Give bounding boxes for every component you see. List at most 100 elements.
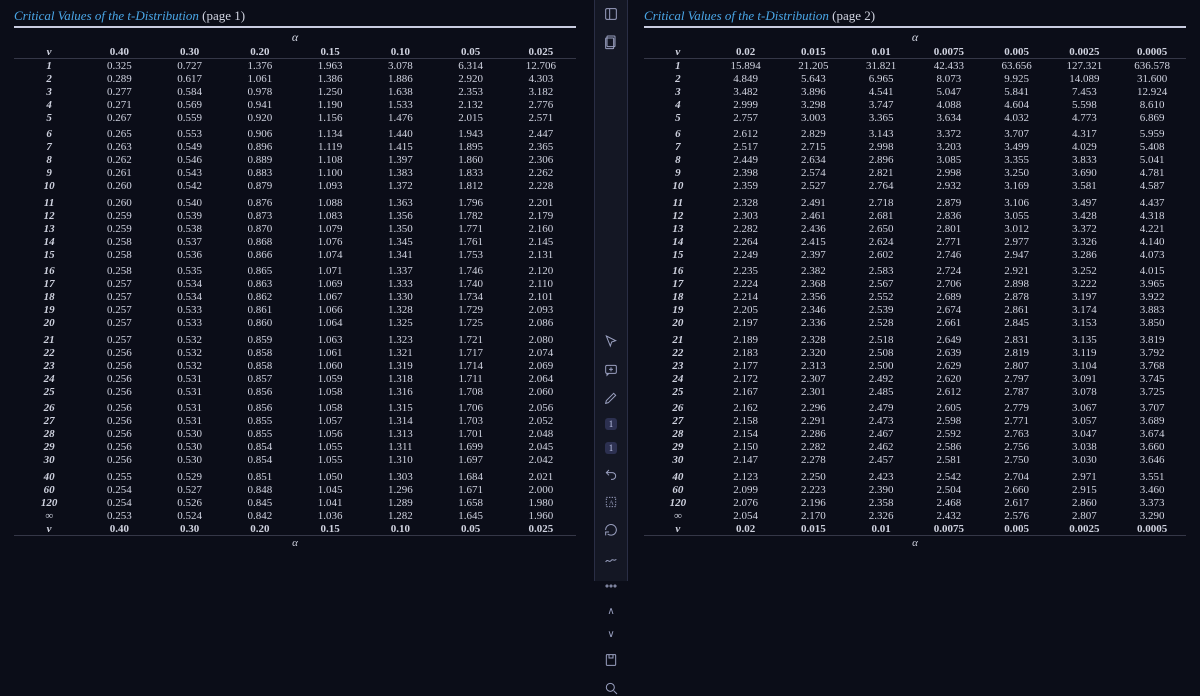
value-cell: 2.787	[983, 385, 1051, 402]
value-cell: 1.328	[365, 304, 435, 317]
value-cell: 2.915	[1051, 483, 1119, 496]
value-cell: 1.330	[365, 291, 435, 304]
value-cell: 2.099	[712, 483, 780, 496]
value-cell: 2.661	[915, 317, 983, 334]
value-cell: 0.870	[225, 222, 295, 235]
value-cell: 2.150	[712, 441, 780, 454]
value-cell: 2.172	[712, 372, 780, 385]
table-row: 230.2560.5320.8581.0601.3191.7142.069	[14, 359, 576, 372]
value-cell: 4.318	[1118, 209, 1186, 222]
value-cell: 0.530	[155, 441, 225, 454]
value-cell: 2.145	[506, 235, 576, 248]
page-label: (page 2)	[832, 8, 875, 23]
value-cell: 1.782	[436, 209, 506, 222]
value-cell: 0.863	[225, 278, 295, 291]
table-row: 80.2620.5460.8891.1081.3971.8602.306	[14, 154, 576, 167]
value-cell: 0.532	[155, 333, 225, 346]
df-cell: 14	[644, 235, 712, 248]
df-cell: 16	[644, 265, 712, 278]
value-cell: 2.586	[915, 441, 983, 454]
value-cell: 0.289	[84, 72, 154, 85]
value-cell: 2.110	[506, 278, 576, 291]
value-cell: 1.061	[225, 72, 295, 85]
save-icon[interactable]	[601, 652, 621, 668]
value-cell: 3.222	[1051, 278, 1119, 291]
value-cell: 0.540	[155, 196, 225, 209]
value-cell: 2.634	[780, 154, 848, 167]
value-cell: 2.353	[436, 85, 506, 98]
value-cell: 0.539	[155, 209, 225, 222]
value-cell: 2.998	[915, 167, 983, 180]
value-cell: 2.819	[983, 346, 1051, 359]
value-cell: 1.333	[365, 278, 435, 291]
scroll-up-icon[interactable]: ∧	[601, 606, 621, 617]
value-cell: 2.681	[847, 209, 915, 222]
value-cell: 2.365	[506, 141, 576, 154]
alpha-header: α	[14, 29, 576, 45]
value-cell: 1.069	[295, 278, 365, 291]
value-cell: 2.612	[712, 128, 780, 141]
value-cell: 1.064	[295, 317, 365, 334]
alpha-col-footer: 0.005	[983, 522, 1051, 536]
value-cell: 1.190	[295, 98, 365, 111]
title-link[interactable]: Critical Values of the t-Distribution	[644, 8, 832, 23]
value-cell: 1.717	[436, 346, 506, 359]
value-cell: 3.768	[1118, 359, 1186, 372]
value-cell: 1.886	[365, 72, 435, 85]
alpha-col-header: 0.15	[295, 45, 365, 59]
df-cell: 12	[644, 209, 712, 222]
value-cell: 0.848	[225, 483, 295, 496]
value-cell: 31.600	[1118, 72, 1186, 85]
value-cell: 2.756	[983, 441, 1051, 454]
value-cell: 0.889	[225, 154, 295, 167]
value-cell: 0.524	[155, 509, 225, 522]
table-row: 172.2242.3682.5672.7062.8983.2223.965	[644, 278, 1186, 291]
table-row: 400.2550.5290.8511.0501.3031.6842.021	[14, 470, 576, 483]
value-cell: 2.801	[915, 222, 983, 235]
value-cell: 0.543	[155, 167, 225, 180]
df-cell: 6	[644, 128, 712, 141]
value-cell: 2.831	[983, 333, 1051, 346]
value-cell: 2.764	[847, 180, 915, 197]
value-cell: 2.500	[847, 359, 915, 372]
df-cell: 9	[644, 167, 712, 180]
value-cell: 2.160	[506, 222, 576, 235]
value-cell: 1.729	[436, 304, 506, 317]
scroll-down-icon[interactable]: ∨	[601, 629, 621, 640]
value-cell: 1.376	[225, 59, 295, 73]
value-cell: 3.091	[1051, 372, 1119, 385]
value-cell: 1.860	[436, 154, 506, 167]
value-cell: 1.076	[295, 235, 365, 248]
t-table-page1: v0.400.300.200.150.100.050.025 10.3250.7…	[14, 45, 576, 536]
value-cell: 3.707	[1118, 402, 1186, 415]
df-cell: 7	[14, 141, 84, 154]
value-cell: 1.314	[365, 415, 435, 428]
value-cell: 2.282	[712, 222, 780, 235]
value-cell: 3.747	[847, 98, 915, 111]
value-cell: 3.674	[1118, 428, 1186, 441]
value-cell: 1.319	[365, 359, 435, 372]
value-cell: 0.851	[225, 470, 295, 483]
title-link[interactable]: Critical Values of the t-Distribution	[14, 8, 202, 23]
value-cell: 0.325	[84, 59, 154, 73]
value-cell: 3.499	[983, 141, 1051, 154]
value-cell: 0.617	[155, 72, 225, 85]
zoom-icon[interactable]	[601, 680, 621, 696]
value-cell: 1.303	[365, 470, 435, 483]
value-cell: 63.656	[983, 59, 1051, 73]
value-cell: 1.059	[295, 372, 365, 385]
value-cell: 2.757	[712, 111, 780, 128]
value-cell: 1.079	[295, 222, 365, 235]
value-cell: 1.083	[295, 209, 365, 222]
value-cell: 2.592	[915, 428, 983, 441]
value-cell: 3.197	[1051, 291, 1119, 304]
value-cell: 2.896	[847, 154, 915, 167]
value-cell: 0.865	[225, 265, 295, 278]
value-cell: 2.131	[506, 248, 576, 265]
value-cell: 0.526	[155, 496, 225, 509]
value-cell: 2.461	[780, 209, 848, 222]
value-cell: 2.390	[847, 483, 915, 496]
value-cell: 1.250	[295, 85, 365, 98]
table-row: 102.3592.5272.7642.9323.1693.5814.587	[644, 180, 1186, 197]
value-cell: 2.674	[915, 304, 983, 317]
